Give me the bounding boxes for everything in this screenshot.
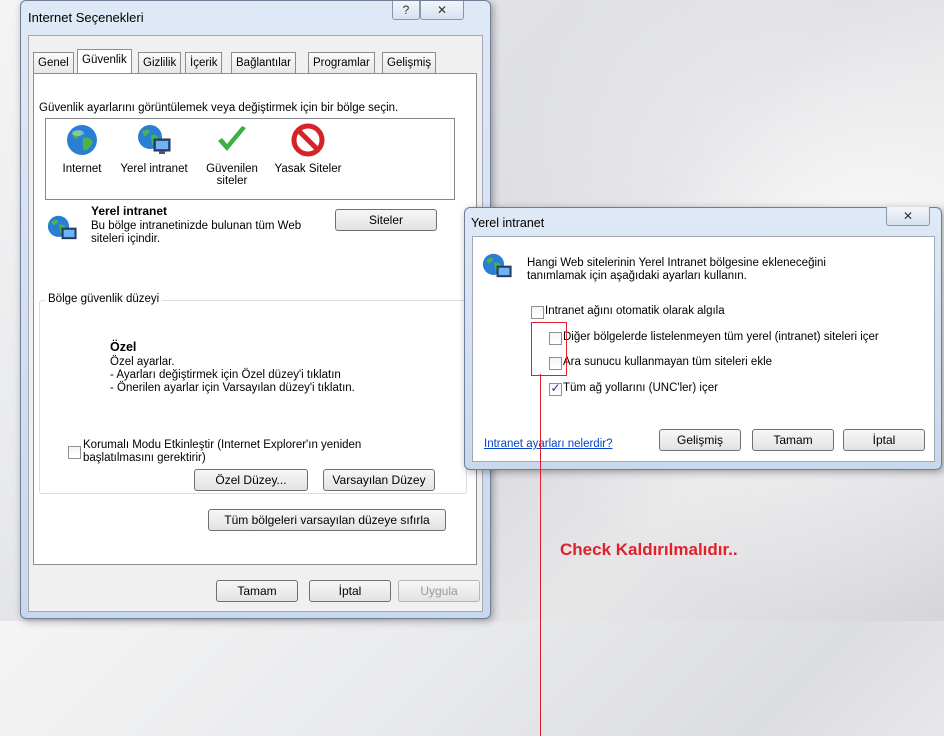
tab-icerik[interactable]: İçerik <box>185 52 223 73</box>
tab-genel[interactable]: Genel <box>33 52 74 73</box>
selected-zone-title: Yerel intranet <box>91 204 168 218</box>
help-button[interactable]: ? <box>392 1 420 20</box>
auto-detect-checkbox[interactable] <box>531 306 544 319</box>
cancel-button[interactable]: İptal <box>309 580 391 602</box>
sites-button[interactable]: Siteler <box>335 209 437 231</box>
tab-baglantilar[interactable]: Bağlantılar <box>231 52 296 73</box>
security-level-group-label: Bölge güvenlik düzeyi <box>45 293 163 305</box>
zone-trusted[interactable]: Güvenilen siteler <box>202 123 262 195</box>
tab-guvenlik[interactable]: Güvenlik <box>77 49 132 73</box>
annotation-text: Check Kaldırılmalıdır.. <box>560 540 738 559</box>
intranet-option-bypass-proxy[interactable]: Ara sunucu kullanmayan tüm siteleri ekle <box>549 356 929 370</box>
option-label: Tüm ağ yollarını (UNC'ler) içer <box>563 382 718 394</box>
unc-paths-checkbox[interactable]: ✓ <box>549 381 562 396</box>
tab-gizlilik[interactable]: Gizlilik <box>138 52 182 73</box>
selected-zone-description: Bu bölge intranetinizde bulunan tüm Web … <box>91 220 302 245</box>
close-button[interactable]: ✕ <box>886 207 930 226</box>
tab-gelismis[interactable]: Gelişmiş <box>382 52 437 73</box>
cancel-button[interactable]: İptal <box>843 429 925 451</box>
reset-all-zones-button[interactable]: Tüm bölgeleri varsayılan düzeye sıfırla <box>208 509 446 531</box>
internet-options-dialog: Internet Seçenekleri ? ✕ Genel Güvenlik … <box>20 0 491 619</box>
checkmark-icon <box>218 126 246 151</box>
intranet-help-link[interactable]: Intranet ayarları nelerdir? <box>484 438 612 450</box>
zone-list: Internet Yerel intranet Güvenilen sitele… <box>45 118 455 200</box>
zone-intranet[interactable]: Yerel intranet <box>114 123 194 183</box>
ok-button[interactable]: Tamam <box>752 429 834 451</box>
intranet-option-unc-paths[interactable]: ✓ Tüm ağ yollarını (UNC'ler) içer <box>549 382 929 396</box>
level-desc-line-1: Özel ayarlar. <box>110 356 175 368</box>
dialog-client-area: Genel Güvenlik Gizlilik İçerik Bağlantıl… <box>28 35 483 612</box>
security-tab-panel: Güvenlik ayarlarını görüntülemek veya de… <box>33 73 477 565</box>
highlight-box <box>531 322 567 376</box>
zone-label: Yasak Siteler <box>274 163 342 175</box>
default-level-button[interactable]: Varsayılan Düzey <box>323 469 435 491</box>
checkmark-icon: ✓ <box>550 381 561 395</box>
globe-icon <box>67 125 97 155</box>
intranet-icon <box>138 125 171 154</box>
option-label: Ara sunucu kullanmayan tüm siteleri ekle <box>563 356 773 368</box>
apply-button: Uygula <box>398 580 480 602</box>
zone-label: Güvenilen siteler <box>206 163 258 187</box>
intranet-icon <box>482 253 512 278</box>
level-desc-line-3: - Önerilen ayarlar için Varsayılan düzey… <box>110 382 355 394</box>
intranet-option-auto-detect[interactable]: Intranet ağını otomatik olarak algıla <box>531 305 911 319</box>
annotation-line <box>540 374 541 736</box>
level-desc-line-2: - Ayarları değiştirmek için Özel düzey'i… <box>110 369 341 381</box>
intranet-intro-text: Hangi Web sitelerinin Yerel Intranet böl… <box>527 257 826 282</box>
level-title: Özel <box>110 340 137 354</box>
zone-label: Internet <box>62 163 102 175</box>
advanced-button[interactable]: Gelişmiş <box>659 429 741 451</box>
protected-mode-label: Korumalı Modu Etkinleştir (Internet Expl… <box>83 439 362 464</box>
protected-mode-checkbox[interactable] <box>68 446 81 459</box>
zone-prompt: Güvenlik ayarlarını görüntülemek veya de… <box>39 102 399 114</box>
intranet-dialog-title: Yerel intranet <box>471 216 545 230</box>
custom-level-button[interactable]: Özel Düzey... <box>194 469 308 491</box>
intranet-icon <box>47 215 77 240</box>
zone-internet[interactable]: Internet <box>54 123 110 183</box>
option-label: Diğer bölgelerde listelenmeyen tüm yerel… <box>563 331 879 343</box>
option-label: Intranet ağını otomatik olarak algıla <box>545 305 725 317</box>
zone-label: Yerel intranet <box>120 163 188 175</box>
intranet-option-local-sites[interactable]: Diğer bölgelerde listelenmeyen tüm yerel… <box>549 331 929 345</box>
tab-programlar[interactable]: Programlar <box>308 52 375 73</box>
dialog-title: Internet Seçenekleri <box>28 10 144 25</box>
ok-button[interactable]: Tamam <box>216 580 298 602</box>
forbidden-icon <box>291 123 325 157</box>
close-button[interactable]: ✕ <box>420 1 464 20</box>
zone-restricted[interactable]: Yasak Siteler <box>268 123 348 183</box>
